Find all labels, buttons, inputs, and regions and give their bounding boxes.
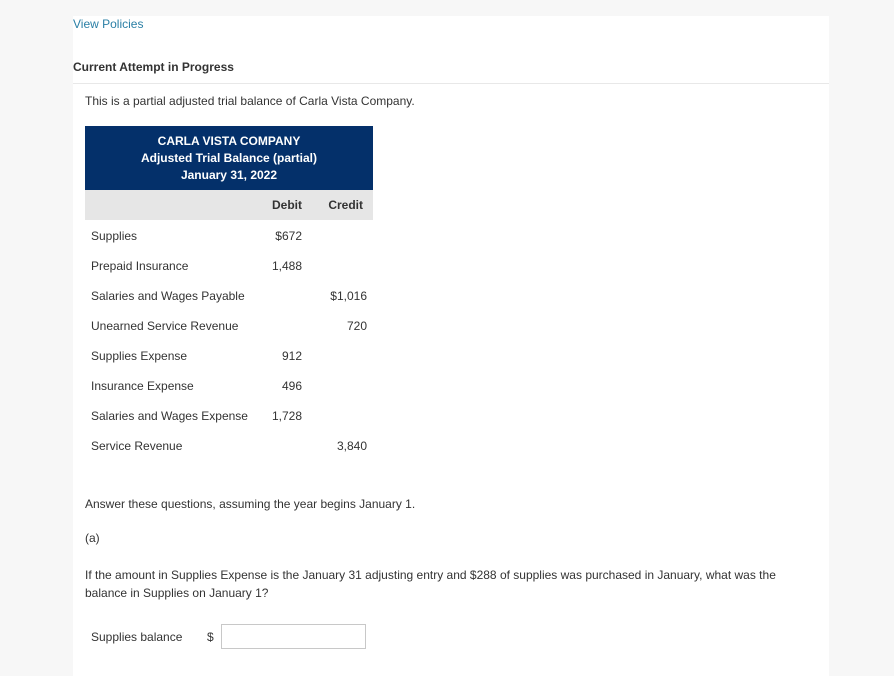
- table-row: Service Revenue 3,840: [85, 439, 373, 469]
- part-label: (a): [85, 531, 100, 545]
- supplies-balance-label: Supplies balance: [91, 630, 183, 644]
- divider: [73, 83, 829, 84]
- statement-date: January 31, 2022: [180, 168, 278, 182]
- table-row: Supplies Expense 912: [85, 349, 373, 379]
- debit-value: 1,488: [271, 259, 302, 273]
- debit-value: 496: [281, 379, 302, 393]
- account-name: Supplies: [91, 229, 138, 243]
- supplies-balance-input[interactable]: [221, 624, 366, 649]
- credit-column-header: Credit: [328, 198, 363, 212]
- account-name: Supplies Expense: [91, 349, 188, 363]
- debit-value: 1,728: [271, 409, 302, 423]
- debit-column-header: Debit: [272, 198, 302, 212]
- account-name: Salaries and Wages Expense: [91, 409, 248, 423]
- account-name: Service Revenue: [91, 439, 183, 453]
- table-row: Salaries and Wages Expense 1,728: [85, 409, 373, 439]
- account-name: Unearned Service Revenue: [91, 319, 239, 333]
- attempt-title: Current Attempt in Progress: [73, 60, 234, 74]
- table-row: Salaries and Wages Payable $1,016: [85, 289, 373, 319]
- account-name: Insurance Expense: [91, 379, 194, 393]
- column-header-row: Debit Credit: [85, 190, 373, 220]
- trial-balance-header: CARLA VISTA COMPANY Adjusted Trial Balan…: [85, 126, 373, 190]
- table-row: Prepaid Insurance 1,488: [85, 259, 373, 289]
- credit-value: 3,840: [336, 439, 367, 453]
- view-policies-link[interactable]: View Policies: [73, 17, 143, 31]
- statement-title: Adjusted Trial Balance (partial): [140, 151, 318, 165]
- credit-value: $1,016: [330, 289, 367, 303]
- debit-value: 912: [281, 349, 302, 363]
- account-name: Salaries and Wages Payable: [91, 289, 245, 303]
- intro-text: This is a partial adjusted trial balance…: [85, 94, 415, 108]
- company-name: CARLA VISTA COMPANY: [157, 134, 301, 148]
- question-intro: Answer these questions, assuming the yea…: [85, 497, 416, 511]
- table-row: Insurance Expense 496: [85, 379, 373, 409]
- account-name: Prepaid Insurance: [91, 259, 189, 273]
- table-row: Supplies $672: [85, 229, 373, 259]
- credit-value: 720: [346, 319, 367, 333]
- debit-value: $672: [275, 229, 302, 243]
- currency-symbol: $: [207, 630, 214, 644]
- question-text: If the amount in Supplies Expense is the…: [85, 568, 776, 600]
- table-row: Unearned Service Revenue 720: [85, 319, 373, 349]
